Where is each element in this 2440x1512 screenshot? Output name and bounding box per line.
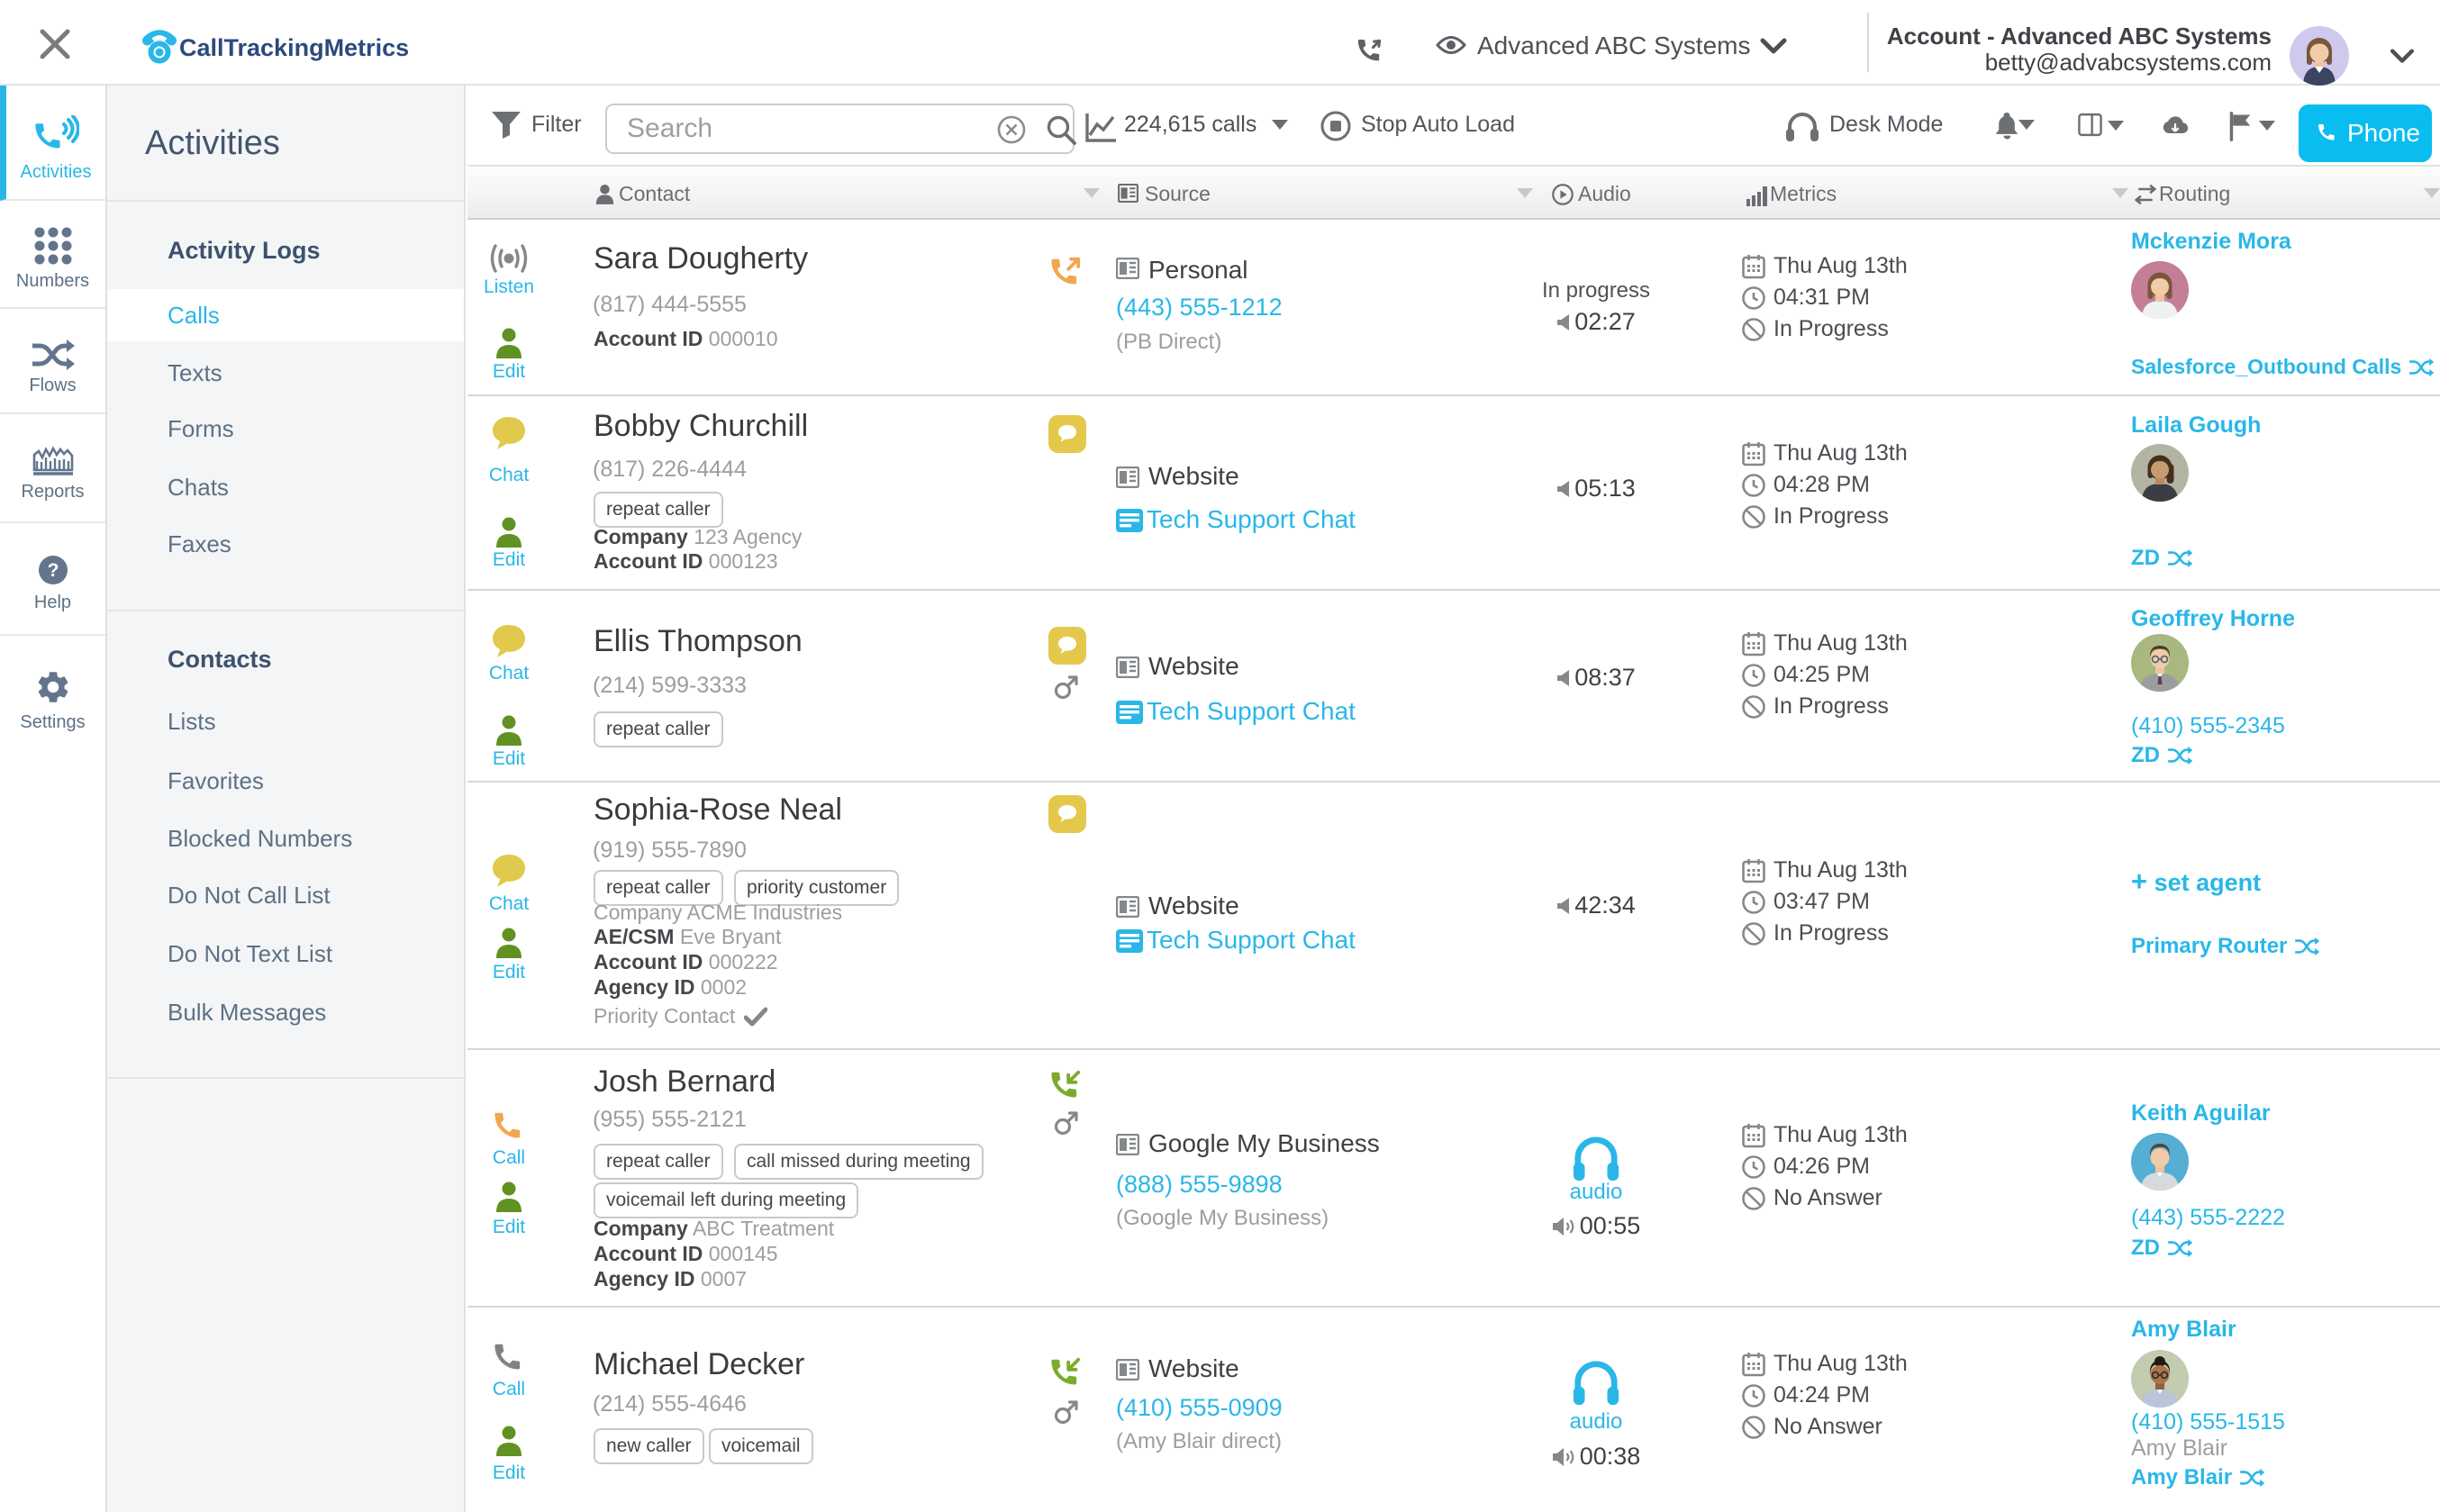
svg-text:?: ? <box>47 560 59 581</box>
